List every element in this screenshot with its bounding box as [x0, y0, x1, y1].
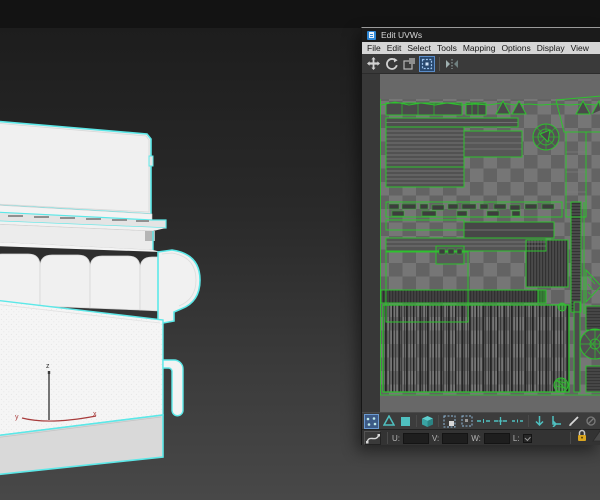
lock-aspect-checkbox[interactable] [522, 433, 532, 443]
menu-select[interactable]: Select [407, 42, 431, 54]
relax-brush-icon[interactable] [566, 414, 581, 429]
select-edge-loop-icon[interactable] [476, 414, 491, 429]
model-scallops [0, 253, 161, 312]
edit-uvws-window: Edit UVWs File Edit Select Tools Mapping… [361, 27, 600, 445]
scale-icon[interactable] [401, 56, 417, 72]
quick-peel-icon[interactable] [592, 429, 600, 445]
transform-typein-row: U: V: W: L: [362, 429, 600, 445]
separator [528, 415, 529, 427]
v-label: V: [432, 433, 440, 443]
soft-selection-curve-icon[interactable] [364, 431, 381, 445]
axis-z-label: z [46, 363, 50, 370]
model-hook [162, 359, 184, 417]
menu-view[interactable]: View [571, 42, 589, 54]
u-label: U: [392, 433, 400, 443]
selection-toolbar [362, 412, 600, 429]
menu-tools[interactable]: Tools [437, 42, 457, 54]
desktop: z y x Edit UVWs File Edit Select Tools M… [0, 0, 600, 500]
align-h-icon[interactable] [532, 414, 547, 429]
model-bulge [157, 249, 201, 324]
uv-canvas[interactable] [362, 74, 600, 412]
select-edge-ring-icon[interactable] [493, 414, 508, 429]
v-input[interactable] [442, 432, 469, 444]
menubar: File Edit Select Tools Mapping Options D… [362, 42, 600, 54]
element-mode-icon[interactable] [420, 414, 435, 429]
loop-disabled-icon[interactable] [583, 414, 598, 429]
separator [570, 432, 571, 444]
grow-selection-icon[interactable] [442, 414, 457, 429]
shrink-selection-icon[interactable] [459, 414, 474, 429]
l-label: L: [512, 433, 520, 443]
rotate-icon[interactable] [383, 56, 399, 72]
w-input[interactable] [483, 432, 510, 444]
top-band [0, 0, 600, 28]
freeform-mode-icon[interactable] [419, 55, 435, 72]
separator [387, 432, 388, 444]
edge-mode-icon[interactable] [381, 414, 396, 429]
menu-mapping[interactable]: Mapping [463, 42, 496, 54]
vertex-mode-icon[interactable] [364, 413, 379, 429]
piano-model: z y x [0, 120, 201, 476]
transform-toolbar [362, 54, 600, 74]
axis-y-label: y [15, 414, 19, 421]
separator [438, 415, 439, 427]
toolbar-separator [439, 56, 440, 71]
window-icon [367, 30, 376, 40]
w-label: W: [471, 433, 481, 443]
window-title: Edit UVWs [381, 30, 423, 40]
titlebar[interactable]: Edit UVWs [362, 28, 600, 42]
u-input[interactable] [403, 432, 429, 444]
menu-options[interactable]: Options [501, 42, 530, 54]
align-v-icon[interactable] [549, 414, 564, 429]
menu-display[interactable]: Display [537, 42, 565, 54]
face-mode-icon[interactable] [398, 414, 413, 429]
axis-x-label: x [93, 411, 97, 418]
menu-file[interactable]: File [367, 42, 381, 54]
paint-select-icon[interactable] [510, 414, 525, 429]
move-icon[interactable] [365, 56, 381, 72]
menu-edit[interactable]: Edit [387, 42, 402, 54]
lock-icon[interactable] [576, 429, 588, 445]
separator [416, 415, 417, 427]
mirror-icon[interactable] [444, 56, 460, 72]
